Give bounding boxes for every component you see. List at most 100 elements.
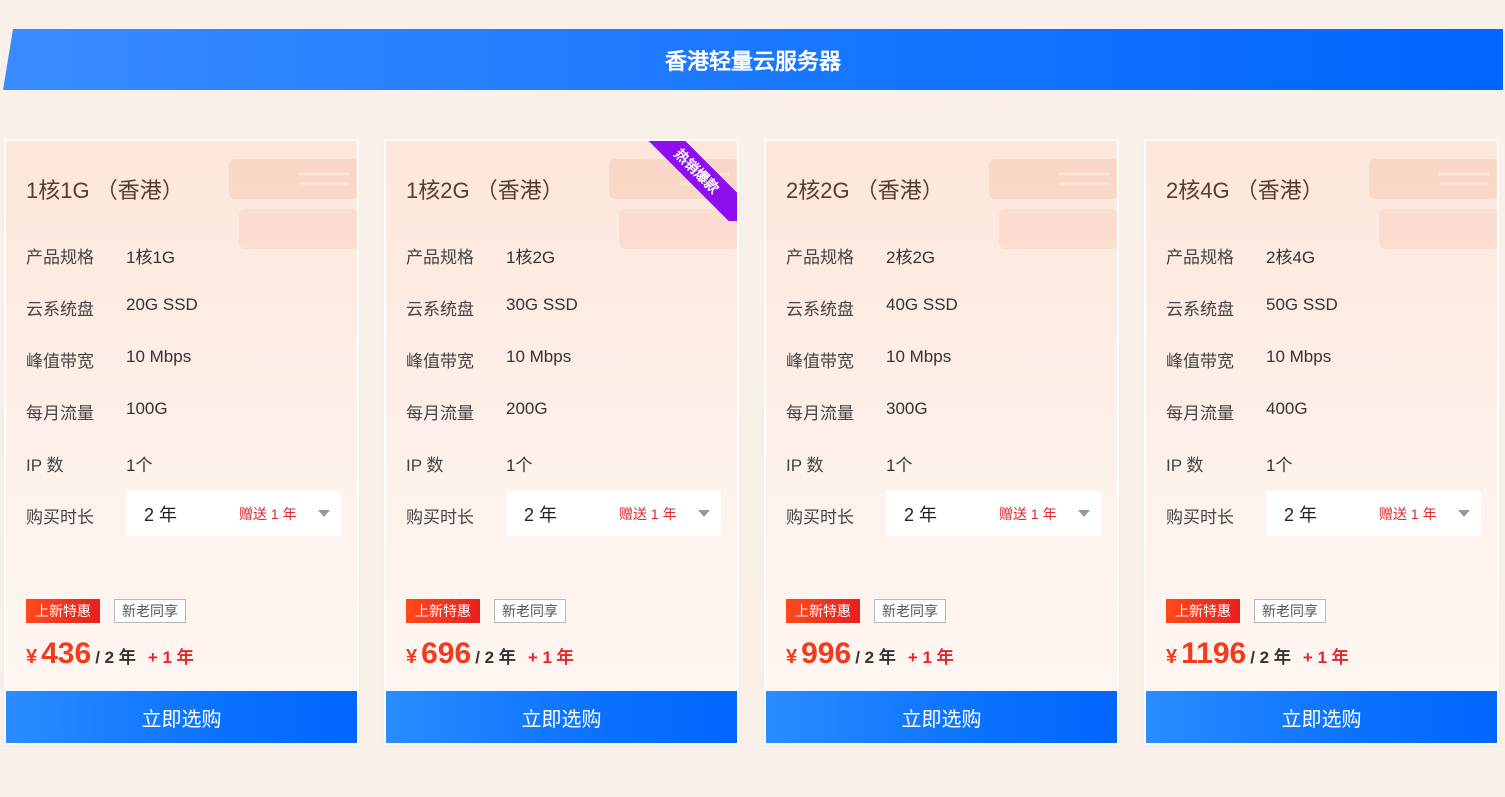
disk-row: 云系统盘 30G SSD	[406, 295, 578, 320]
duration-select[interactable]: 2 年 赠送 1 年	[506, 491, 721, 536]
traffic-value: 400G	[1266, 399, 1308, 418]
chevron-down-icon	[318, 510, 330, 517]
promo-badge: 上新特惠	[786, 599, 860, 623]
traffic-value: 300G	[886, 399, 928, 418]
currency-symbol: ¥	[406, 646, 418, 668]
duration-value: 2 年	[904, 504, 938, 525]
spec-row: 产品规格 2核4G	[1166, 243, 1315, 268]
server-illustration-icon	[1369, 159, 1497, 249]
chevron-down-icon	[1458, 510, 1470, 517]
ip-value: 1个	[1266, 456, 1293, 475]
duration-value: 2 年	[1284, 504, 1318, 525]
disk-row: 云系统盘 40G SSD	[786, 295, 958, 320]
server-illustration-icon	[229, 159, 357, 249]
disk-value: 50G SSD	[1266, 295, 1338, 314]
server-illustration-icon	[989, 159, 1117, 249]
plan-card: 1核1G （香港） 产品规格 1核1G 云系统盘 20G SSD 峰值带宽 10 Mb…	[4, 139, 359, 745]
buy-button[interactable]: 立即选购	[386, 691, 737, 743]
price-amount: 1196	[1181, 637, 1247, 670]
duration-gift: 赠送 1 年	[1379, 505, 1437, 522]
ip-row: IP 数 1个	[406, 451, 532, 476]
duration-value: 2 年	[144, 504, 178, 525]
traffic-row: 每月流量 400G	[1166, 399, 1308, 424]
bandwidth-value: 10 Mbps	[126, 347, 192, 366]
price-bonus: + 1 年	[147, 648, 194, 667]
currency-symbol: ¥	[786, 646, 798, 668]
ip-value: 1个	[126, 456, 153, 475]
spec-label: 产品规格	[26, 248, 94, 267]
duration-select[interactable]: 2 年 赠送 1 年	[126, 491, 341, 536]
disk-label: 云系统盘	[1166, 300, 1234, 319]
price: ¥ 436 / 2 年 + 1 年	[26, 637, 194, 671]
plan-card: 热销爆款 1核2G （香港） 产品规格 1核2G 云系统盘 30G SSD 峰值带宽…	[384, 139, 739, 745]
duration-row: 购买时长	[1166, 503, 1266, 528]
duration-select[interactable]: 2 年 赠送 1 年	[886, 491, 1101, 536]
share-badge: 新老同享	[874, 599, 946, 623]
duration-gift: 赠送 1 年	[619, 505, 677, 522]
price: ¥ 1196 / 2 年 + 1 年	[1166, 637, 1349, 671]
price-period: / 2 年	[855, 648, 896, 667]
price-amount: 696	[421, 637, 472, 670]
traffic-label: 每月流量	[26, 404, 94, 423]
promo-badge: 上新特惠	[26, 599, 100, 623]
disk-label: 云系统盘	[406, 300, 474, 319]
traffic-value: 200G	[506, 399, 548, 418]
duration-select[interactable]: 2 年 赠送 1 年	[1266, 491, 1481, 536]
disk-row: 云系统盘 50G SSD	[1166, 295, 1338, 320]
traffic-value: 100G	[126, 399, 168, 418]
plan-card: 2核4G （香港） 产品规格 2核4G 云系统盘 50G SSD 峰值带宽 10 Mb…	[1144, 139, 1499, 745]
duration-value: 2 年	[524, 504, 558, 525]
spec-label: 产品规格	[406, 248, 474, 267]
ip-row: IP 数 1个	[1166, 451, 1292, 476]
traffic-label: 每月流量	[786, 404, 854, 423]
currency-symbol: ¥	[1166, 646, 1178, 668]
spec-label: 产品规格	[786, 248, 854, 267]
share-badge: 新老同享	[114, 599, 186, 623]
price-period: / 2 年	[475, 648, 516, 667]
disk-value: 30G SSD	[506, 295, 578, 314]
bandwidth-label: 峰值带宽	[406, 352, 474, 371]
spec-row: 产品规格 1核1G	[26, 243, 175, 268]
spec-value: 1核2G	[506, 248, 556, 267]
currency-symbol: ¥	[26, 646, 38, 668]
ip-value: 1个	[506, 456, 533, 475]
spec-label: 产品规格	[1166, 248, 1234, 267]
chevron-down-icon	[1078, 510, 1090, 517]
ip-row: IP 数 1个	[786, 451, 912, 476]
bandwidth-label: 峰值带宽	[1166, 352, 1234, 371]
buy-button[interactable]: 立即选购	[766, 691, 1117, 743]
bandwidth-row: 峰值带宽 10 Mbps	[406, 347, 571, 372]
share-badge: 新老同享	[494, 599, 566, 623]
banner-title: 香港轻量云服务器	[664, 48, 841, 74]
hot-ribbon: 热销爆款	[642, 141, 737, 221]
bandwidth-row: 峰值带宽 10 Mbps	[26, 347, 191, 372]
duration-gift: 赠送 1 年	[999, 505, 1057, 522]
duration-label: 购买时长	[26, 508, 94, 527]
buy-button[interactable]: 立即选购	[1146, 691, 1497, 743]
promo-badge: 上新特惠	[1166, 599, 1240, 623]
traffic-label: 每月流量	[1166, 404, 1234, 423]
duration-row: 购买时长	[406, 503, 506, 528]
duration-label: 购买时长	[1166, 508, 1234, 527]
duration-label: 购买时长	[786, 508, 854, 527]
disk-value: 40G SSD	[886, 295, 958, 314]
duration-row: 购买时长	[26, 503, 126, 528]
promo-badge: 上新特惠	[406, 599, 480, 623]
traffic-row: 每月流量 100G	[26, 399, 168, 424]
share-badge: 新老同享	[1254, 599, 1326, 623]
ip-label: IP 数	[406, 456, 444, 475]
ip-row: IP 数 1个	[26, 451, 152, 476]
traffic-row: 每月流量 200G	[406, 399, 548, 424]
traffic-row: 每月流量 300G	[786, 399, 928, 424]
bandwidth-value: 10 Mbps	[1266, 347, 1332, 366]
price-bonus: + 1 年	[907, 648, 954, 667]
spec-value: 2核2G	[886, 248, 936, 267]
chevron-down-icon	[698, 510, 710, 517]
disk-label: 云系统盘	[786, 300, 854, 319]
buy-button[interactable]: 立即选购	[6, 691, 357, 743]
plan-title: 1核1G （香港）	[26, 178, 184, 203]
bandwidth-row: 峰值带宽 10 Mbps	[786, 347, 951, 372]
plan-title: 2核4G （香港）	[1166, 178, 1324, 203]
page-banner: 香港轻量云服务器	[3, 29, 1503, 90]
price: ¥ 996 / 2 年 + 1 年	[786, 637, 954, 671]
